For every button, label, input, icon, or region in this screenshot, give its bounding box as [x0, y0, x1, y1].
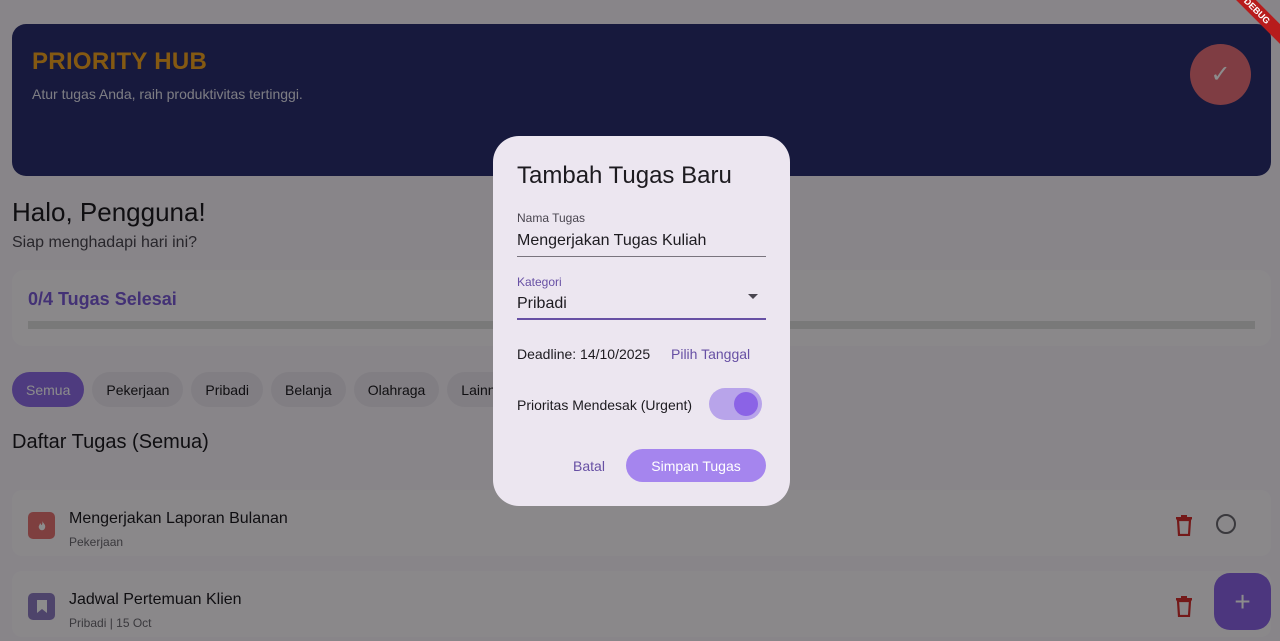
add-task-dialog: Tambah Tugas Baru Nama Tugas Mengerjakan… — [493, 136, 790, 506]
urgent-toggle[interactable] — [709, 388, 762, 420]
pick-date-button[interactable]: Pilih Tanggal — [671, 346, 750, 362]
task-name-label: Nama Tugas — [517, 211, 586, 225]
task-name-underline — [517, 256, 766, 257]
dialog-title: Tambah Tugas Baru — [517, 162, 732, 189]
urgent-label: Prioritas Mendesak (Urgent) — [517, 397, 693, 413]
category-underline — [517, 318, 766, 320]
category-dropdown[interactable]: Pribadi — [517, 295, 567, 313]
save-task-button[interactable]: Simpan Tugas — [626, 449, 766, 482]
toggle-thumb — [734, 392, 758, 416]
category-label: Kategori — [517, 275, 562, 289]
cancel-button[interactable]: Batal — [565, 456, 613, 476]
chevron-down-icon[interactable] — [748, 294, 758, 299]
deadline-text: Deadline: 14/10/2025 — [517, 346, 651, 362]
task-name-input[interactable]: Mengerjakan Tugas Kuliah — [517, 232, 706, 250]
